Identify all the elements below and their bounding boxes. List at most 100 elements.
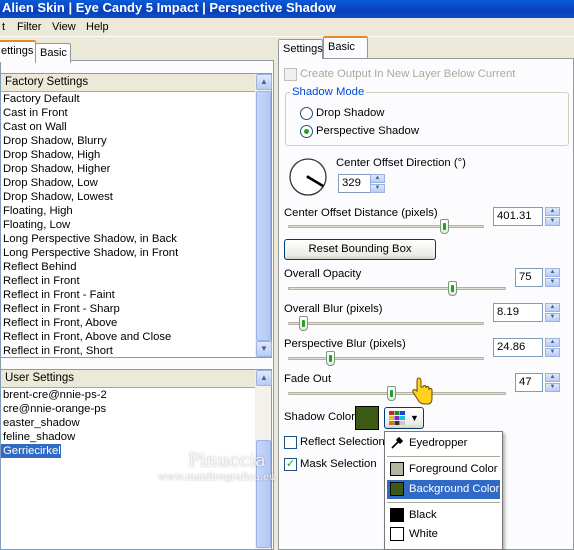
- mask-selection-checkbox[interactable]: ✓: [284, 458, 297, 471]
- scroll-up-icon[interactable]: ▲: [256, 370, 272, 386]
- factory-item[interactable]: Reflect in Front, Short: [1, 344, 271, 358]
- spin-down-icon[interactable]: ▼: [545, 278, 560, 287]
- user-item[interactable]: cre@nnie-orange-ps: [1, 402, 271, 416]
- scroll-thumb[interactable]: [256, 91, 271, 341]
- factory-item[interactable]: Drop Shadow, Higher: [1, 162, 271, 176]
- factory-item[interactable]: Reflect in Front: [1, 274, 271, 288]
- distance-slider-thumb[interactable]: [440, 219, 449, 234]
- spin-up-icon[interactable]: ▲: [545, 268, 560, 277]
- color-menu-label: White: [409, 528, 438, 540]
- factory-item[interactable]: Floating, High: [1, 204, 271, 218]
- menu-item-view[interactable]: View: [52, 21, 76, 33]
- fade-out-slider-thumb[interactable]: [387, 386, 396, 401]
- menu-item-file[interactable]: t: [2, 21, 5, 33]
- direction-spinner[interactable]: ▲ ▼: [370, 174, 385, 193]
- factory-item[interactable]: Long Perspective Shadow, in Front: [1, 246, 271, 260]
- user-item[interactable]: Gerriecirkel: [1, 444, 61, 458]
- reflect-selection-checkbox[interactable]: [284, 436, 297, 449]
- fade-out-slider-track[interactable]: [288, 392, 506, 395]
- blur-slider-track[interactable]: [288, 322, 484, 325]
- fade-out-input[interactable]: 47: [515, 373, 543, 392]
- opacity-slider-thumb[interactable]: [448, 281, 457, 296]
- spin-down-icon[interactable]: ▼: [370, 184, 385, 193]
- spin-up-icon[interactable]: ▲: [545, 338, 560, 347]
- color-menu-item[interactable]: White: [387, 525, 500, 544]
- drop-shadow-label: Drop Shadow: [316, 107, 385, 119]
- shadow-color-swatch[interactable]: [355, 406, 379, 430]
- factory-item[interactable]: Floating, Low: [1, 218, 271, 232]
- factory-item[interactable]: Factory Default: [1, 92, 271, 106]
- factory-settings-list[interactable]: Factory Settings Factory Default Cast in …: [0, 73, 272, 358]
- distance-input[interactable]: 401.31: [493, 207, 543, 226]
- factory-item[interactable]: Cast in Front: [1, 106, 271, 120]
- factory-item[interactable]: Reflect in Front, Above and Close: [1, 330, 271, 344]
- eyedropper-menu-item[interactable]: Eyedropper: [385, 434, 502, 453]
- factory-item[interactable]: Reflect in Front - Faint: [1, 288, 271, 302]
- fade-out-spinner[interactable]: ▲ ▼: [545, 373, 560, 392]
- spin-up-icon[interactable]: ▲: [545, 373, 560, 382]
- menu-separator: [387, 456, 500, 457]
- spin-up-icon[interactable]: ▲: [545, 207, 560, 216]
- color-menu-item[interactable]: Background Color: [387, 480, 500, 499]
- factory-item[interactable]: Reflect in Front, Above: [1, 316, 271, 330]
- factory-item[interactable]: Reflect Behind: [1, 260, 271, 274]
- user-item[interactable]: brent-cre@nnie-ps-2: [1, 388, 271, 402]
- perspective-blur-slider-track[interactable]: [288, 357, 484, 360]
- factory-item[interactable]: Cast on Wall: [1, 120, 271, 134]
- blur-input[interactable]: 8.19: [493, 303, 543, 322]
- spin-down-icon[interactable]: ▼: [545, 313, 560, 322]
- checkmark-icon: ✓: [285, 458, 296, 470]
- user-settings-header: User Settings: [1, 370, 255, 388]
- menu-item-filter[interactable]: Filter: [17, 21, 41, 33]
- create-output-checkbox[interactable]: [284, 68, 297, 81]
- factory-item[interactable]: Drop Shadow, High: [1, 148, 271, 162]
- window-title-bar[interactable]: Alien Skin | Eye Candy 5 Impact | Perspe…: [0, 0, 574, 18]
- factory-scrollbar[interactable]: ▲ ▼: [255, 74, 272, 357]
- distance-slider-track[interactable]: [288, 225, 484, 228]
- spin-down-icon[interactable]: ▼: [545, 217, 560, 226]
- tab-settings-right[interactable]: Settings: [278, 39, 323, 59]
- scroll-down-icon[interactable]: ▼: [256, 341, 272, 357]
- factory-item[interactable]: Drop Shadow, Low: [1, 176, 271, 190]
- fade-out-label: Fade Out: [284, 373, 332, 385]
- spin-up-icon[interactable]: ▲: [545, 303, 560, 312]
- perspective-blur-slider-thumb[interactable]: [326, 351, 335, 366]
- overall-opacity-label: Overall Opacity: [284, 268, 362, 280]
- menu-item-help[interactable]: Help: [86, 21, 109, 33]
- blur-spinner[interactable]: ▲ ▼: [545, 303, 560, 322]
- perspective-blur-label: Perspective Blur (pixels): [284, 338, 406, 350]
- direction-input[interactable]: 329: [338, 174, 371, 193]
- radio-drop-shadow[interactable]: [300, 107, 313, 120]
- tab-settings-left[interactable]: ettings: [0, 40, 36, 62]
- spin-down-icon[interactable]: ▼: [545, 383, 560, 392]
- opacity-slider-track[interactable]: [288, 287, 506, 290]
- perspective-blur-input[interactable]: 24.86: [493, 338, 543, 357]
- perspective-shadow-label: Perspective Shadow: [316, 125, 419, 137]
- color-swatch-icon: [390, 482, 404, 496]
- watermark-url: www.maidiregrafica.eu: [158, 472, 276, 483]
- opacity-input[interactable]: 75: [515, 268, 543, 287]
- tab-basic-left[interactable]: Basic: [35, 43, 71, 63]
- scroll-up-icon[interactable]: ▲: [256, 74, 272, 90]
- opacity-spinner[interactable]: ▲ ▼: [545, 268, 560, 287]
- perspective-blur-spinner[interactable]: ▲ ▼: [545, 338, 560, 357]
- user-item[interactable]: easter_shadow: [1, 416, 271, 430]
- factory-item[interactable]: Drop Shadow, Blurry: [1, 134, 271, 148]
- radio-perspective-shadow[interactable]: [300, 125, 313, 138]
- factory-item[interactable]: Drop Shadow, Lowest: [1, 190, 271, 204]
- color-menu-item[interactable]: Foreground Color: [387, 460, 500, 479]
- color-menu-label: Foreground Color: [409, 463, 498, 475]
- direction-dial-icon[interactable]: [288, 157, 328, 197]
- tab-basic-right[interactable]: Basic: [323, 36, 368, 58]
- user-item[interactable]: feline_shadow: [1, 430, 271, 444]
- distance-spinner[interactable]: ▲ ▼: [545, 207, 560, 226]
- color-menu-button[interactable]: ▼: [384, 407, 424, 429]
- spin-down-icon[interactable]: ▼: [545, 348, 560, 357]
- factory-item[interactable]: Reflect in Front - Sharp: [1, 302, 271, 316]
- blur-slider-thumb[interactable]: [299, 316, 308, 331]
- color-menu-item[interactable]: Black: [387, 506, 500, 525]
- spin-up-icon[interactable]: ▲: [370, 174, 385, 183]
- factory-item[interactable]: Long Perspective Shadow, in Back: [1, 232, 271, 246]
- eyedropper-label: Eyedropper: [409, 437, 468, 449]
- reset-bounding-box-button[interactable]: Reset Bounding Box: [284, 239, 436, 260]
